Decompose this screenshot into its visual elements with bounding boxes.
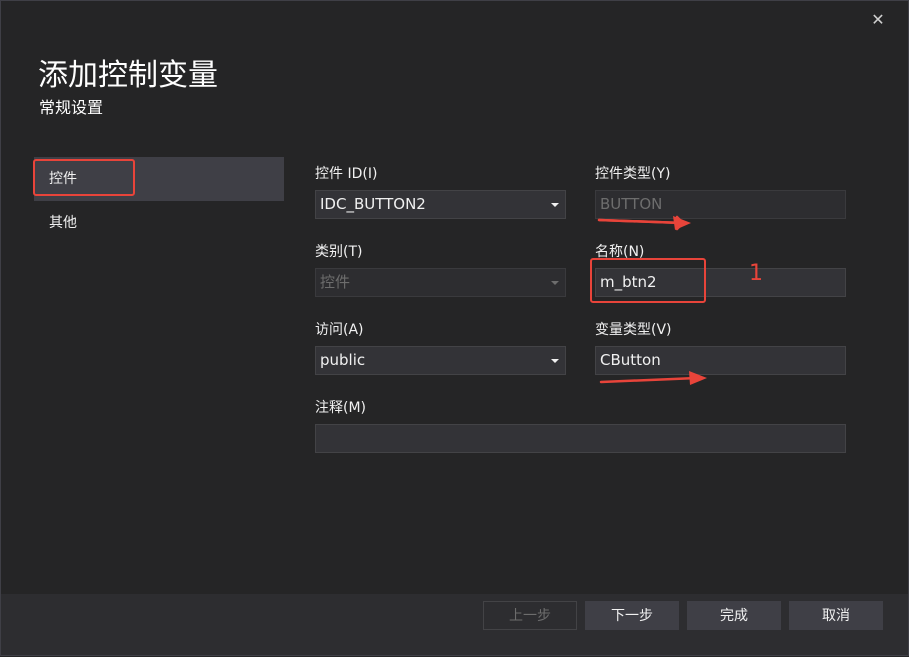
previous-button: 上一步: [483, 601, 577, 630]
cancel-button[interactable]: 取消: [789, 601, 883, 630]
add-control-variable-dialog: ✕ 添加控制变量 常规设置 控件 其他 控件 ID(I) IDC_BUTTON2…: [0, 0, 909, 656]
annotation-arrow-control-type: [597, 215, 691, 231]
annotation-arrows: [597, 215, 707, 385]
annotation-arrow-variable-type: [599, 371, 707, 385]
next-button[interactable]: 下一步: [585, 601, 679, 630]
finish-button[interactable]: 完成: [687, 601, 781, 630]
